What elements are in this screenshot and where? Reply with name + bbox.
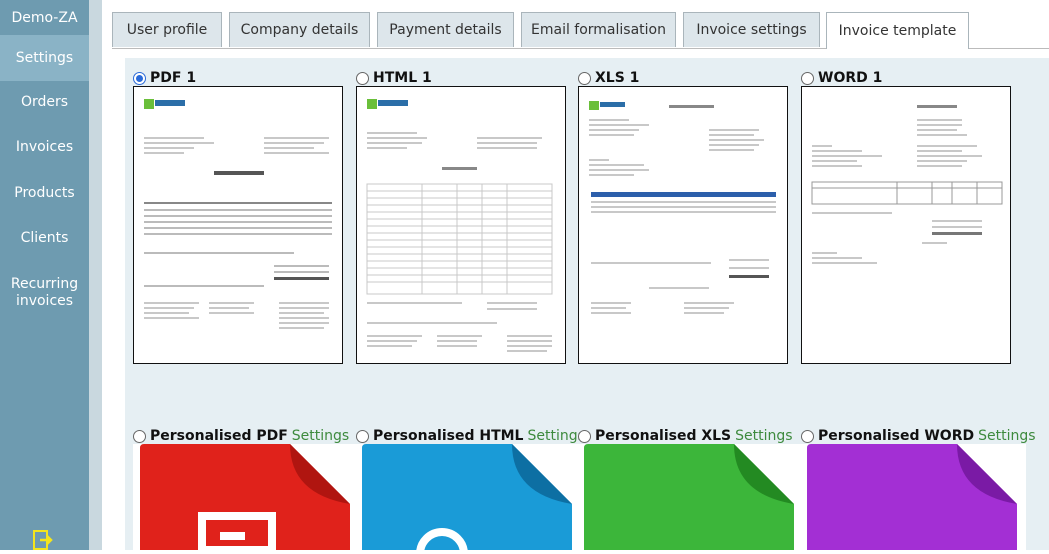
personalised-option-html[interactable]: Personalised HTML Settings xyxy=(356,428,585,444)
radio-html1[interactable] xyxy=(356,71,369,85)
template-option-html1[interactable]: HTML 1 xyxy=(356,70,432,86)
personalised-option-pdf[interactable]: Personalised PDF Settings xyxy=(133,428,349,444)
template-label: HTML 1 xyxy=(373,70,432,86)
personalised-label: Personalised WORD xyxy=(818,428,975,444)
radio-xls1[interactable] xyxy=(578,71,591,85)
radio-word1[interactable] xyxy=(801,71,814,85)
template-preview-html1[interactable] xyxy=(356,86,566,364)
sidebar-item-orders[interactable]: Orders xyxy=(0,94,89,111)
settings-link[interactable]: Settings xyxy=(735,428,792,444)
tab-invoice-settings[interactable]: Invoice settings xyxy=(683,12,820,47)
sidebar-item-clients[interactable]: Clients xyxy=(0,230,89,247)
brand-name: Demo-ZA xyxy=(11,10,78,26)
template-preview-xls1[interactable] xyxy=(578,86,788,364)
logout-icon[interactable] xyxy=(33,530,55,550)
word-file-icon[interactable] xyxy=(807,444,1023,550)
personalised-label: Personalised XLS xyxy=(595,428,732,444)
template-preview-word1[interactable] xyxy=(801,86,1011,364)
tab-payment-details[interactable]: Payment details xyxy=(377,12,514,47)
sidebar: Demo-ZA Settings Orders Invoices Product… xyxy=(0,0,89,550)
sidebar-item-settings[interactable]: Settings xyxy=(0,35,89,81)
xls-file-icon[interactable] xyxy=(584,444,800,550)
settings-link[interactable]: Settings xyxy=(292,428,349,444)
sidebar-item-recurring-invoices[interactable]: Recurring invoices xyxy=(0,276,89,310)
template-label: WORD 1 xyxy=(818,70,883,86)
personalised-option-word[interactable]: Personalised WORD Settings xyxy=(801,428,1036,444)
radio-personalised-xls[interactable] xyxy=(578,429,591,443)
radio-personalised-html[interactable] xyxy=(356,429,369,443)
tab-invoice-template[interactable]: Invoice template xyxy=(826,12,969,49)
template-label: PDF 1 xyxy=(150,70,197,86)
personalised-label: Personalised PDF xyxy=(150,428,288,444)
template-option-word1[interactable]: WORD 1 xyxy=(801,70,882,86)
personalised-label: Personalised HTML xyxy=(373,428,524,444)
pdf-file-icon[interactable] xyxy=(140,444,356,550)
radio-personalised-pdf[interactable] xyxy=(133,429,146,443)
tab-email-formalisation[interactable]: Email formalisation xyxy=(521,12,676,47)
radio-personalised-word[interactable] xyxy=(801,429,814,443)
sidebar-item-products[interactable]: Products xyxy=(0,185,89,202)
template-option-xls1[interactable]: XLS 1 xyxy=(578,70,639,86)
template-preview-pdf1[interactable] xyxy=(133,86,343,364)
html-file-icon[interactable] xyxy=(362,444,578,550)
settings-link[interactable]: Settings xyxy=(527,428,584,444)
sidebar-edge xyxy=(89,0,102,550)
sidebar-item-invoices[interactable]: Invoices xyxy=(0,139,89,156)
settings-link[interactable]: Settings xyxy=(978,428,1035,444)
radio-pdf1[interactable] xyxy=(133,71,146,85)
tab-user-profile[interactable]: User profile xyxy=(112,12,222,47)
personalised-option-xls[interactable]: Personalised XLS Settings xyxy=(578,428,793,444)
template-option-pdf1[interactable]: PDF 1 xyxy=(133,70,196,86)
tab-company-details[interactable]: Company details xyxy=(229,12,370,47)
template-label: XLS 1 xyxy=(595,70,640,86)
